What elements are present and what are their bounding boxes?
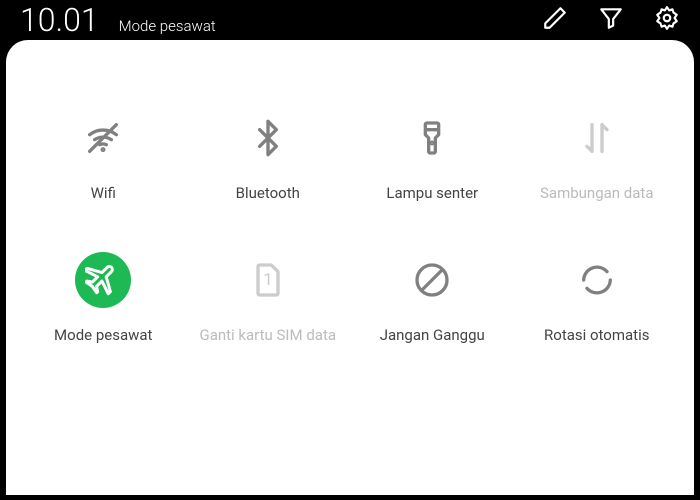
data-connection-icon	[569, 110, 625, 166]
flashlight-tile[interactable]: Lampu senter	[355, 110, 510, 202]
rotation-label: Rotasi otomatis	[544, 326, 649, 344]
flashlight-label: Lampu senter	[386, 184, 478, 202]
wifi-icon	[75, 110, 131, 166]
quick-settings-panel: Wifi Bluetooth Lampu senter Sambungan da…	[6, 40, 694, 495]
settings-icon[interactable]	[654, 5, 680, 35]
airplane-label: Mode pesawat	[54, 326, 152, 344]
dnd-label: Jangan Ganggu	[380, 326, 485, 344]
bluetooth-label: Bluetooth	[236, 184, 300, 202]
tiles-grid: Wifi Bluetooth Lampu senter Sambungan da…	[26, 110, 674, 344]
rotation-icon	[569, 252, 625, 308]
edit-icon[interactable]	[542, 5, 568, 35]
status-actions	[542, 5, 680, 35]
wifi-label: Wifi	[91, 184, 116, 202]
clock: 10.01	[20, 1, 99, 39]
bluetooth-tile[interactable]: Bluetooth	[191, 110, 346, 202]
data-connection-tile[interactable]: Sambungan data	[520, 110, 675, 202]
dnd-tile[interactable]: Jangan Ganggu	[355, 252, 510, 344]
status-mode-text: Mode pesawat	[119, 17, 216, 35]
airplane-mode-tile[interactable]: Mode pesawat	[26, 252, 181, 344]
filter-icon[interactable]	[598, 5, 624, 35]
sim-icon: 1	[240, 252, 296, 308]
wifi-tile[interactable]: Wifi	[26, 110, 181, 202]
flashlight-icon	[404, 110, 460, 166]
svg-text:1: 1	[263, 271, 272, 290]
rotation-tile[interactable]: Rotasi otomatis	[520, 252, 675, 344]
bluetooth-icon	[240, 110, 296, 166]
airplane-icon	[75, 252, 131, 308]
status-left: 10.01 Mode pesawat	[20, 1, 216, 39]
sim-label: Ganti kartu SIM data	[199, 326, 336, 344]
sim-switch-tile[interactable]: 1 Ganti kartu SIM data	[191, 252, 346, 344]
data-connection-label: Sambungan data	[540, 184, 653, 202]
status-bar: 10.01 Mode pesawat	[0, 0, 700, 40]
dnd-icon	[404, 252, 460, 308]
